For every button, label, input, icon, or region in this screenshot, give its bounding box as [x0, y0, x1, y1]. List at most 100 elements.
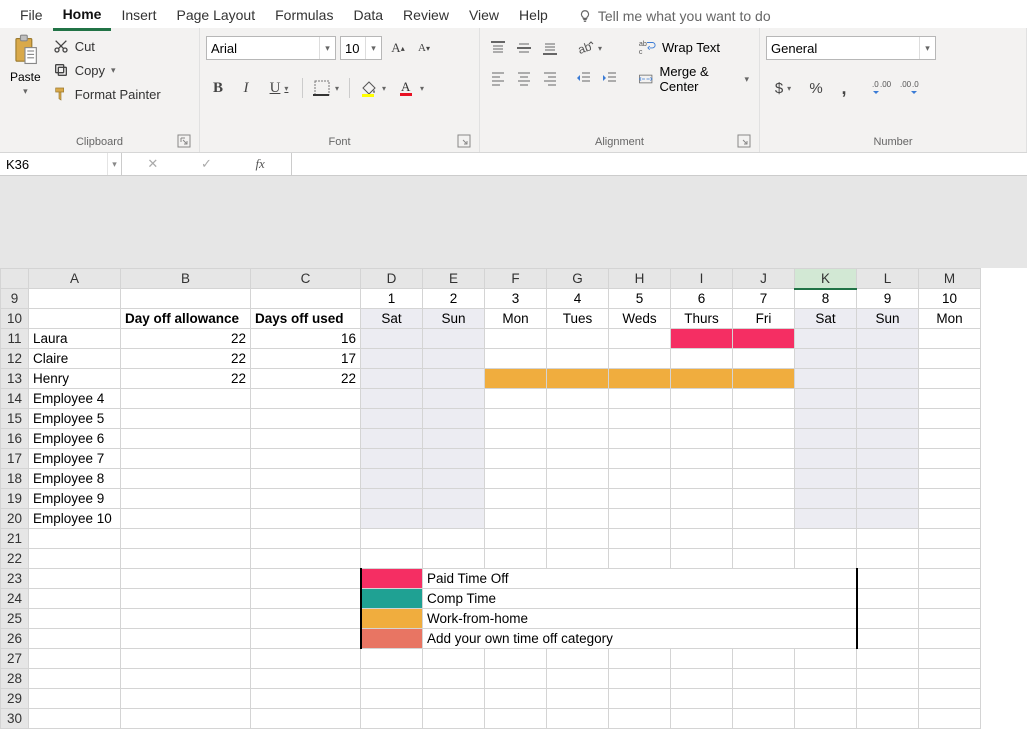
col-header-H[interactable]: H	[609, 269, 671, 289]
cell[interactable]	[795, 329, 857, 349]
cell[interactable]	[423, 409, 485, 429]
legend-label[interactable]: Comp Time	[423, 589, 857, 609]
cell[interactable]	[733, 649, 795, 669]
font-size-input[interactable]	[341, 39, 365, 58]
cell[interactable]	[547, 389, 609, 409]
cell[interactable]	[795, 429, 857, 449]
cell[interactable]	[609, 369, 671, 389]
chevron-down-icon[interactable]: ▾	[107, 153, 121, 175]
cell[interactable]	[361, 449, 423, 469]
increase-indent-button[interactable]	[598, 66, 622, 90]
row-header-25[interactable]: 25	[1, 609, 29, 629]
cell[interactable]	[121, 629, 251, 649]
cell[interactable]	[733, 469, 795, 489]
cell[interactable]	[733, 429, 795, 449]
row-header-10[interactable]: 10	[1, 309, 29, 329]
border-button[interactable]: ▾	[309, 76, 343, 100]
cell[interactable]	[733, 689, 795, 709]
align-left-button[interactable]	[486, 66, 510, 90]
cell[interactable]	[671, 689, 733, 709]
cell[interactable]: Laura	[29, 329, 121, 349]
cell[interactable]	[29, 689, 121, 709]
cell[interactable]: 7	[733, 289, 795, 309]
cell[interactable]	[547, 469, 609, 489]
cell[interactable]: Thurs	[671, 309, 733, 329]
cell[interactable]	[671, 349, 733, 369]
col-header-D[interactable]: D	[361, 269, 423, 289]
cell[interactable]	[29, 549, 121, 569]
cell[interactable]	[671, 329, 733, 349]
cell[interactable]: 22	[251, 369, 361, 389]
col-header-K[interactable]: K	[795, 269, 857, 289]
cell[interactable]	[251, 389, 361, 409]
cell[interactable]	[29, 569, 121, 589]
cell[interactable]	[919, 389, 981, 409]
cell[interactable]	[423, 349, 485, 369]
cell[interactable]	[919, 649, 981, 669]
tab-help[interactable]: Help	[509, 3, 558, 29]
cell[interactable]: Employee 8	[29, 469, 121, 489]
cell[interactable]	[361, 469, 423, 489]
cell[interactable]	[919, 509, 981, 529]
cell[interactable]: Sun	[857, 309, 919, 329]
cell[interactable]: 8	[795, 289, 857, 309]
fill-color-button[interactable]: ▾	[356, 76, 390, 100]
formula-input[interactable]	[292, 153, 1027, 175]
legend-label[interactable]: Work-from-home	[423, 609, 857, 629]
cell[interactable]	[609, 429, 671, 449]
tab-page-layout[interactable]: Page Layout	[166, 3, 265, 29]
cell[interactable]: Sat	[361, 309, 423, 329]
cell[interactable]	[547, 709, 609, 729]
cell[interactable]	[609, 469, 671, 489]
cell[interactable]	[609, 329, 671, 349]
cell[interactable]	[361, 669, 423, 689]
tab-formulas[interactable]: Formulas	[265, 3, 343, 29]
cell[interactable]	[121, 709, 251, 729]
cell[interactable]: 16	[251, 329, 361, 349]
cell[interactable]	[671, 369, 733, 389]
cell[interactable]	[547, 449, 609, 469]
cell[interactable]	[251, 489, 361, 509]
cell[interactable]	[251, 469, 361, 489]
cell[interactable]	[251, 569, 361, 589]
align-middle-button[interactable]	[512, 36, 536, 60]
cell[interactable]: Claire	[29, 349, 121, 369]
align-right-button[interactable]	[538, 66, 562, 90]
dialog-launcher-icon[interactable]	[457, 134, 471, 148]
cell[interactable]	[29, 669, 121, 689]
cell[interactable]: Days off used	[251, 309, 361, 329]
cell[interactable]: Employee 9	[29, 489, 121, 509]
cell[interactable]: 6	[671, 289, 733, 309]
cell[interactable]: Tues	[547, 309, 609, 329]
cell[interactable]	[609, 409, 671, 429]
cell[interactable]	[609, 709, 671, 729]
cell[interactable]: Employee 6	[29, 429, 121, 449]
cell[interactable]	[485, 369, 547, 389]
cell[interactable]	[361, 369, 423, 389]
cell[interactable]	[485, 489, 547, 509]
cell[interactable]	[423, 469, 485, 489]
bold-button[interactable]: B	[206, 76, 230, 100]
col-header-B[interactable]: B	[121, 269, 251, 289]
increase-decimal-button[interactable]: .0.00	[870, 76, 894, 100]
col-header-M[interactable]: M	[919, 269, 981, 289]
font-name-combo[interactable]: ▾	[206, 36, 336, 60]
format-painter-button[interactable]: Format Painter	[49, 84, 165, 104]
enter-formula-button[interactable]: ✓	[192, 156, 220, 172]
cell[interactable]	[795, 389, 857, 409]
cell[interactable]	[857, 349, 919, 369]
cell[interactable]	[485, 349, 547, 369]
col-header-A[interactable]: A	[29, 269, 121, 289]
cell[interactable]	[919, 709, 981, 729]
decrease-decimal-button[interactable]: .00.0	[898, 76, 922, 100]
cell[interactable]	[121, 569, 251, 589]
cell[interactable]: 1	[361, 289, 423, 309]
font-name-input[interactable]	[207, 39, 319, 58]
cell[interactable]	[857, 669, 919, 689]
cell[interactable]	[423, 669, 485, 689]
row-header-16[interactable]: 16	[1, 429, 29, 449]
cell[interactable]: 3	[485, 289, 547, 309]
cell[interactable]	[251, 609, 361, 629]
cell[interactable]	[485, 389, 547, 409]
cell[interactable]	[547, 509, 609, 529]
